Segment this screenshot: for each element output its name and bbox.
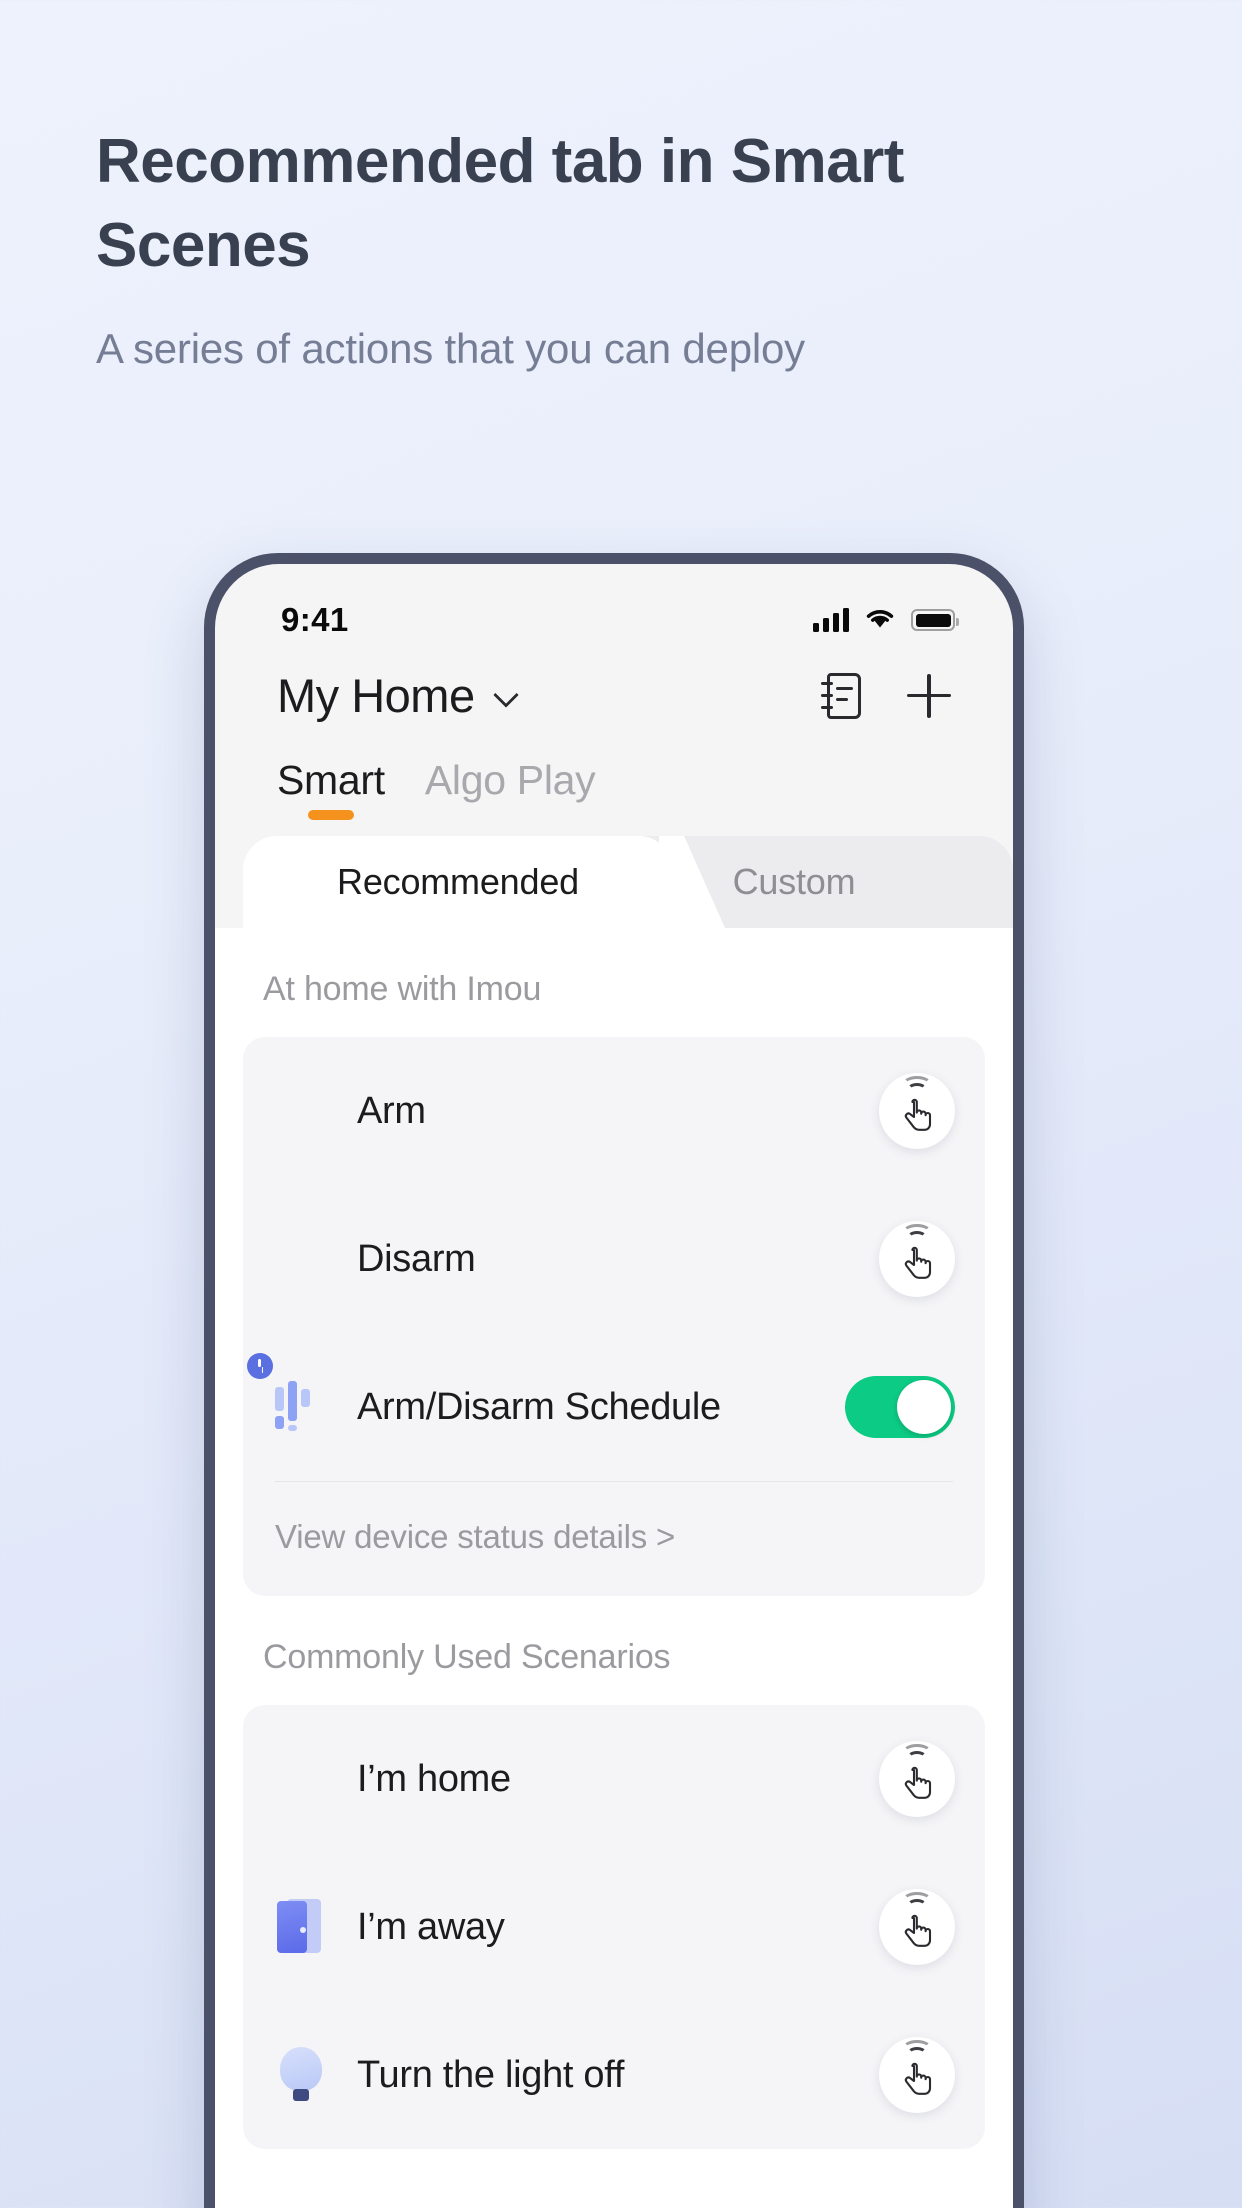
wifi-icon <box>863 605 897 636</box>
door-icon <box>273 1899 329 1955</box>
scene-row-schedule-label: Arm/Disarm Schedule <box>357 1385 721 1428</box>
chevron-down-icon <box>495 685 517 707</box>
section-title-common-scenarios: Commonly Used Scenarios <box>263 1638 671 1676</box>
tab-smart-label: Smart <box>277 757 385 803</box>
section-title-at-home: At home with Imou <box>263 970 542 1008</box>
battery-full-icon <box>911 609 959 631</box>
home-name: My Home <box>277 669 475 722</box>
shield-armed-icon <box>273 1083 329 1139</box>
tap-hand-icon <box>904 1914 932 1947</box>
tab-algo-play[interactable]: Algo Play <box>425 757 596 824</box>
scene-card-at-home: Arm Disarm Arm/Disarm Schedule View devi… <box>243 1037 985 1596</box>
status-time: 9:41 <box>281 601 349 638</box>
tab-custom-label: Custom <box>732 861 856 902</box>
scene-row-arm-label: Arm <box>357 1089 426 1132</box>
tab-smart[interactable]: Smart <box>277 757 385 824</box>
status-bar: 9:41 <box>215 564 1013 650</box>
scene-row-schedule[interactable]: Arm/Disarm Schedule <box>247 1333 955 1481</box>
run-scene-button-light-off[interactable] <box>879 2037 955 2113</box>
tap-hand-icon <box>904 1098 932 1131</box>
house-icon <box>273 1751 329 1807</box>
status-icons <box>813 605 959 636</box>
schedule-clock-icon <box>247 1353 329 1435</box>
cellular-signal-icon <box>813 608 849 632</box>
promo-copy: Recommended tab in Smart Scenes A series… <box>96 120 1036 378</box>
scene-row-disarm[interactable]: Disarm <box>273 1185 955 1333</box>
scene-row-im-home-label: I’m home <box>357 1757 511 1800</box>
promo-title: Recommended tab in Smart Scenes <box>96 127 904 281</box>
scene-row-arm[interactable]: Arm <box>273 1037 955 1185</box>
tab-algo-play-label: Algo Play <box>424 757 596 803</box>
plus-icon[interactable] <box>907 673 951 718</box>
tap-hand-icon <box>904 2062 932 2095</box>
schedule-toggle[interactable] <box>845 1376 955 1438</box>
scene-row-light-off[interactable]: Turn the light off <box>273 2001 955 2149</box>
scene-row-disarm-label: Disarm <box>357 1237 476 1280</box>
tab-recommended[interactable]: Recommended <box>243 836 673 928</box>
shield-disarmed-icon <box>273 1231 329 1287</box>
scene-row-im-away-label: I’m away <box>357 1905 505 1948</box>
segment-tabs: Custom Recommended <box>215 836 1013 928</box>
run-scene-button-arm[interactable] <box>879 1073 955 1149</box>
view-device-status-link[interactable]: View device status details > <box>273 1482 955 1596</box>
scene-row-im-away[interactable]: I’m away <box>273 1853 955 2001</box>
header-actions <box>821 672 951 719</box>
run-scene-button-im-home[interactable] <box>879 1741 955 1817</box>
tap-hand-icon <box>904 1766 932 1799</box>
scenes-content: At home with Imou Arm Disarm Arm/Disarm … <box>215 928 1013 2208</box>
scene-card-common-scenarios: I’m home I’m away Turn the light off <box>243 1705 985 2149</box>
active-tab-underline <box>307 810 354 820</box>
scene-row-im-home[interactable]: I’m home <box>273 1705 955 1853</box>
promo-subtitle: A series of actions that you can deploy <box>96 324 805 372</box>
tab-recommended-label: Recommended <box>337 861 579 902</box>
app-header: My Home <box>215 650 1013 723</box>
device-log-icon[interactable] <box>821 672 861 719</box>
phone-mockup: 9:41 My Home Smart Algo Play Custom Reco… <box>204 553 1024 2208</box>
phone-screen: 9:41 My Home Smart Algo Play Custom Reco… <box>215 564 1013 2208</box>
scene-row-light-off-label: Turn the light off <box>357 2053 625 2096</box>
light-bulb-icon <box>273 2047 329 2103</box>
tap-hand-icon <box>904 1246 932 1279</box>
primary-tabs: Smart Algo Play <box>215 723 1013 824</box>
home-selector[interactable]: My Home <box>277 668 517 723</box>
run-scene-button-disarm[interactable] <box>879 1221 955 1297</box>
run-scene-button-im-away[interactable] <box>879 1889 955 1965</box>
